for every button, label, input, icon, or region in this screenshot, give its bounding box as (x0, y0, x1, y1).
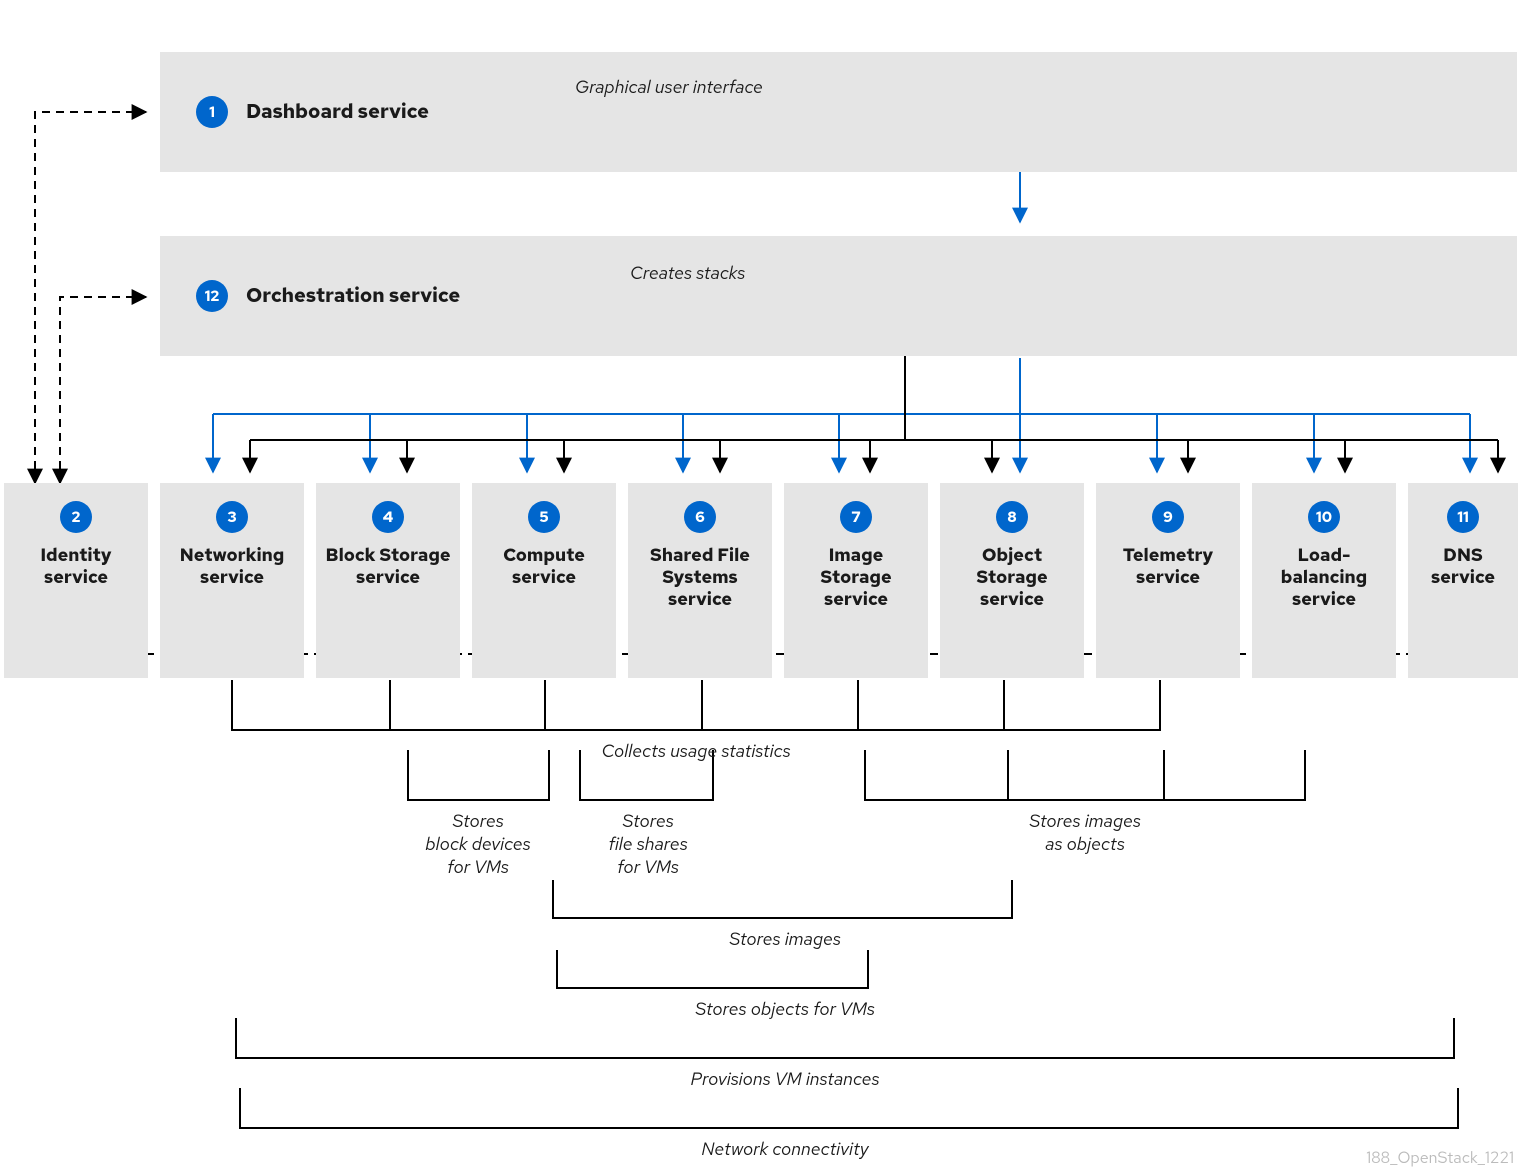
note-creates: Creates stacks (630, 262, 745, 285)
dashboard-badge: 1 (196, 96, 228, 128)
card-image-label: Image Storage service (792, 545, 920, 611)
note-fileshares: Stores file shares for VMs (608, 810, 687, 879)
card-networking-label: Networking service (168, 545, 296, 589)
note-gui: Graphical user interface (575, 76, 763, 99)
card-object: 8 Object Storage service (940, 483, 1084, 678)
watermark: 188_OpenStack_1221 (1366, 1147, 1514, 1168)
card-telemetry-label: Telemetry service (1104, 545, 1232, 589)
card-object-badge: 8 (996, 501, 1028, 533)
card-networking: 3 Networking service (160, 483, 304, 678)
note-imgobj: Stores images as objects (1029, 810, 1141, 856)
card-object-label: Object Storage service (948, 545, 1076, 611)
card-identity: 2 Identity service (4, 483, 148, 678)
card-dns-badge: 11 (1447, 501, 1479, 533)
note-collects: Collects usage statistics (601, 740, 790, 763)
card-identity-badge: 2 (60, 501, 92, 533)
card-block-label: Block Storage service (324, 545, 452, 589)
card-loadbal: 10 Load-balancing service (1252, 483, 1396, 678)
note-prov: Provisions VM instances (691, 1068, 880, 1091)
card-dns-label: DNS service (1416, 545, 1510, 589)
card-image: 7 Image Storage service (784, 483, 928, 678)
card-block: 4 Block Storage service (316, 483, 460, 678)
card-shared-badge: 6 (684, 501, 716, 533)
card-loadbal-badge: 10 (1308, 501, 1340, 533)
card-shared-label: Shared File Systems service (636, 545, 764, 611)
orchestration-panel: 12 Orchestration service (160, 236, 1517, 356)
card-loadbal-label: Load-balancing service (1260, 545, 1388, 611)
note-storesimg: Stores images (729, 928, 841, 951)
card-image-badge: 7 (840, 501, 872, 533)
dashboard-panel: 1 Dashboard service (160, 52, 1517, 172)
note-storesobj: Stores objects for VMs (695, 998, 875, 1021)
card-identity-label: Identity service (12, 545, 140, 589)
card-telemetry: 9 Telemetry service (1096, 483, 1240, 678)
card-compute-label: Compute service (480, 545, 608, 589)
card-compute: 5 Compute service (472, 483, 616, 678)
card-shared: 6 Shared File Systems service (628, 483, 772, 678)
note-blockdev: Stores block devices for VMs (425, 810, 530, 879)
dashboard-title: Dashboard service (246, 99, 429, 125)
card-networking-badge: 3 (216, 501, 248, 533)
orchestration-badge: 12 (196, 280, 228, 312)
card-compute-badge: 5 (528, 501, 560, 533)
card-dns: 11 DNS service (1408, 483, 1518, 678)
card-block-badge: 4 (372, 501, 404, 533)
orchestration-title: Orchestration service (246, 283, 460, 309)
card-telemetry-badge: 9 (1152, 501, 1184, 533)
note-net: Network connectivity (701, 1138, 868, 1161)
